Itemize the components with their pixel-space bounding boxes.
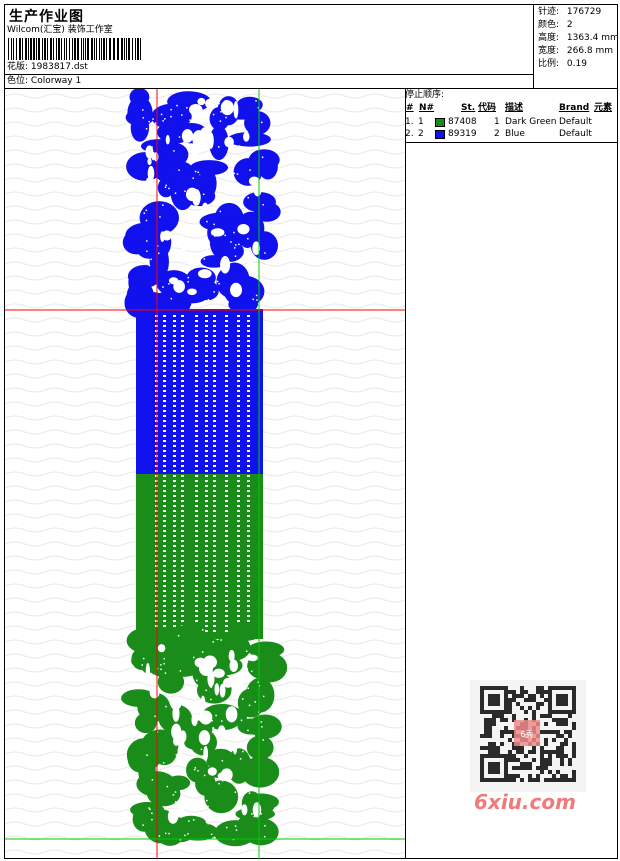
color-swatch [435, 118, 445, 127]
colorway-value: Colorway 1 [30, 76, 82, 86]
embroidery-design [5, 89, 405, 859]
stop-sequence-title: 停止顺序: [405, 90, 445, 100]
qr-watermark: 6秀 6xiu.com [470, 680, 586, 820]
stat-stitches: 针迹: 176729 [538, 7, 602, 17]
design-file: 1983817.dst [30, 62, 88, 72]
col-header-n: N# [419, 103, 435, 113]
stat-colors: 颜色: 2 [538, 20, 573, 30]
col-header-num: # [406, 103, 414, 113]
colorway-label: 色位: [7, 76, 29, 86]
design-label: 花版: [7, 62, 29, 72]
design-file-row: 花版: 1983817.dst [7, 62, 88, 73]
col-header-code: 代码 [478, 103, 497, 113]
stat-height: 高度: 1363.4 mm [538, 33, 619, 43]
color-swatch [435, 130, 445, 139]
col-header-desc: 描述 [505, 103, 524, 113]
colorway-row: 色位: Colorway 1 [7, 76, 81, 87]
divider [5, 74, 533, 75]
svg-text:6秀: 6秀 [520, 729, 533, 739]
stat-width: 宽度: 266.8 mm [538, 46, 614, 56]
stat-scale: 比例: 0.19 [538, 59, 587, 69]
studio-name: Wilcom(汇宝) 装饰工作室 [7, 25, 113, 35]
watermark-text: 6xiu.com [474, 790, 576, 814]
col-header-element: 元素 [594, 103, 613, 113]
col-header-stitches: St. [461, 103, 476, 113]
col-header-brand: Brand [559, 103, 590, 113]
barcode [8, 38, 141, 60]
page-title: 生产作业图 [9, 9, 84, 25]
design-preview [5, 89, 405, 859]
divider [405, 89, 406, 859]
divider [405, 142, 617, 143]
divider [533, 5, 534, 89]
